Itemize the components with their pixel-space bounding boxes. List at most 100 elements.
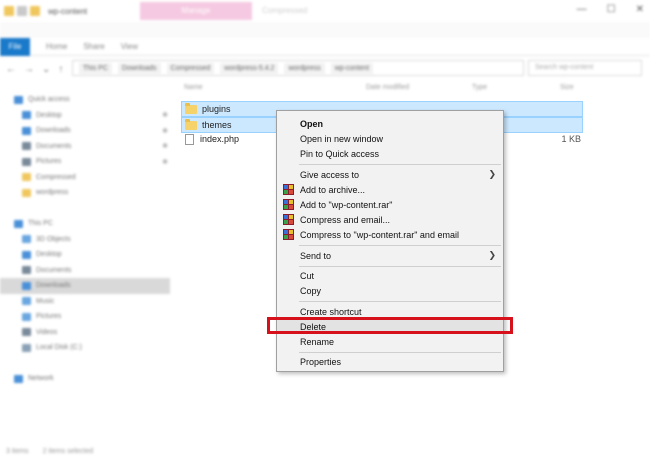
folder-icon (22, 111, 31, 120)
sidebar-item-label: Videos (36, 328, 58, 336)
window-title: wp-content (48, 6, 88, 16)
menu-item-compress-email[interactable]: Compress and email... (277, 212, 503, 227)
sidebar-item[interactable]: Local Disk (C:) (0, 340, 170, 356)
close-button[interactable]: ✕ (636, 4, 644, 15)
sidebar-item[interactable]: Quick access (0, 92, 170, 108)
sidebar-item-label: Pictures (36, 313, 62, 321)
sidebar-item[interactable]: This PC (0, 216, 170, 232)
new-folder-icon[interactable] (30, 6, 40, 16)
sidebar-item-label: Documents (36, 266, 72, 274)
winrar-icon (283, 184, 294, 195)
menu-item-properties[interactable]: Properties (277, 354, 503, 369)
sidebar-item[interactable]: Desktop (0, 247, 170, 263)
sidebar-item-label: Downloads (36, 127, 71, 135)
menu-item-compress-rar-email[interactable]: Compress to "wp-content.rar" and email (277, 227, 503, 242)
sidebar-item[interactable]: Documents (0, 263, 170, 279)
compressed-tools-tab[interactable]: Compressed (262, 2, 382, 20)
menu-item-give-access[interactable]: Give access to ❯ (277, 167, 503, 182)
search-input[interactable]: Search wp-content (528, 60, 642, 76)
breadcrumb[interactable]: wp-content (330, 62, 373, 74)
selected-count: 2 items selected (42, 447, 94, 455)
sidebar-item[interactable]: Downloads (0, 278, 170, 294)
menu-item-open[interactable]: Open (277, 116, 503, 131)
menu-separator (299, 301, 501, 302)
up-arrow-icon[interactable]: ↑ (58, 64, 63, 75)
menu-item-add-rar[interactable]: Add to "wp-content.rar" (277, 197, 503, 212)
file-name: themes (202, 120, 232, 130)
sidebar-item-label: Pictures (36, 158, 62, 166)
sidebar-item-label: Quick access (28, 96, 70, 104)
ribbon-strip (0, 22, 650, 38)
forward-arrow-icon[interactable]: → (24, 64, 34, 75)
folder-icon (22, 157, 31, 166)
sidebar-item-label: Desktop (36, 111, 62, 119)
menu-item-copy[interactable]: Copy (277, 283, 503, 298)
menu-item-add-archive[interactable]: Add to archive... (277, 182, 503, 197)
column-header-size[interactable]: Size (560, 84, 574, 91)
winrar-icon (283, 199, 294, 210)
folder-icon (22, 126, 31, 135)
ribbon-tabs: File Home Share View (0, 37, 650, 56)
quick-access-toolbar[interactable] (4, 6, 40, 16)
sidebar-item[interactable]: Network (0, 371, 170, 387)
folder-icon[interactable] (4, 6, 14, 16)
menu-separator (299, 245, 501, 246)
menu-separator (299, 164, 501, 165)
column-header-date[interactable]: Date modified (366, 84, 409, 91)
properties-icon[interactable] (17, 6, 27, 16)
navigation-buttons: ← → ⌄ ↑ (6, 64, 63, 75)
column-header-type[interactable]: Type (472, 84, 487, 91)
folder-icon (22, 173, 31, 182)
address-bar[interactable]: This PC Downloads Compressed wordpress-5… (72, 60, 524, 76)
item-count: 3 items (6, 447, 29, 455)
sidebar-item[interactable]: Desktop ✱ (0, 108, 170, 124)
manage-tab[interactable]: Manage (140, 2, 252, 20)
sidebar-item[interactable]: Pictures (0, 309, 170, 325)
sidebar-item-label: Documents (36, 142, 72, 150)
column-headers: Name Date modified Type Size (180, 80, 650, 96)
back-arrow-icon[interactable]: ← (6, 64, 16, 75)
menu-item-rename[interactable]: Rename (277, 334, 503, 349)
menu-item-send-to[interactable]: Send to ❯ (277, 248, 503, 263)
file-tab[interactable]: File (0, 37, 30, 56)
breadcrumb[interactable]: This PC (79, 62, 112, 74)
menu-separator (299, 266, 501, 267)
sidebar-item[interactable]: Downloads ✱ (0, 123, 170, 139)
menu-item-open-new-window[interactable]: Open in new window (277, 131, 503, 146)
sidebar-item[interactable]: 3D Objects (0, 232, 170, 248)
tab-share[interactable]: Share (83, 42, 104, 51)
tab-view[interactable]: View (121, 42, 138, 51)
sidebar-item (0, 356, 170, 372)
menu-item-cut[interactable]: Cut (277, 268, 503, 283)
folder-icon (22, 266, 31, 275)
folder-icon (14, 219, 23, 228)
sidebar-item[interactable]: Pictures ✱ (0, 154, 170, 170)
file-name: index.php (200, 134, 240, 144)
maximize-button[interactable]: ☐ (607, 4, 616, 15)
sidebar-item[interactable]: Documents ✱ (0, 139, 170, 155)
folder-icon (22, 297, 31, 306)
folder-icon (22, 142, 31, 151)
sidebar-item[interactable]: Compressed (0, 170, 170, 186)
sidebar-item[interactable]: Videos (0, 325, 170, 341)
breadcrumb[interactable]: Downloads (117, 62, 161, 74)
sidebar-item[interactable]: wordpress (0, 185, 170, 201)
breadcrumb[interactable]: Compressed (166, 62, 215, 74)
title-bar: wp-content Manage Compressed — ☐ ✕ (0, 0, 650, 22)
address-bar-row: ← → ⌄ ↑ This PC Downloads Compressed wor… (0, 58, 650, 80)
column-header-name[interactable]: Name (184, 84, 203, 91)
folder-icon (22, 343, 31, 352)
breadcrumb[interactable]: wordpress-5.4.2 (220, 62, 279, 74)
folder-icon (185, 102, 197, 114)
folder-icon (22, 281, 31, 290)
file-icon (185, 133, 194, 145)
chevron-down-icon[interactable]: ⌄ (42, 64, 50, 75)
sidebar-item-label: Network (28, 375, 54, 383)
minimize-button[interactable]: — (577, 4, 587, 15)
menu-item-pin-quick-access[interactable]: Pin to Quick access (277, 146, 503, 161)
tab-home[interactable]: Home (46, 42, 67, 51)
pin-icon: ✱ (162, 127, 168, 135)
breadcrumb[interactable]: wordpress (284, 62, 325, 74)
sidebar-item[interactable]: Music (0, 294, 170, 310)
pin-icon: ✱ (162, 112, 168, 120)
